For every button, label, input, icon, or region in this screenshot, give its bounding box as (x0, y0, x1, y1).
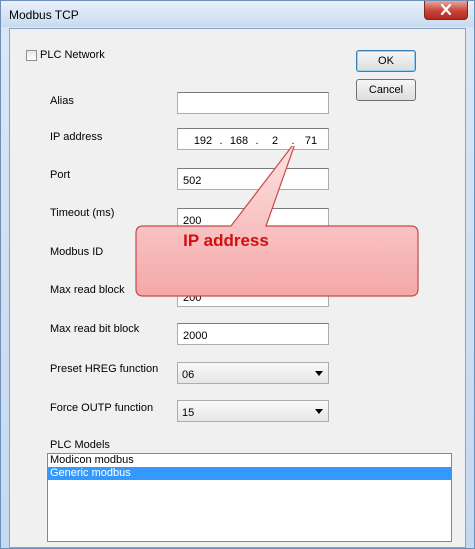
alias-input[interactable] (177, 92, 329, 114)
callout-bubble (135, 146, 419, 297)
force-outp-value: 15 (182, 407, 195, 419)
callout-text: IP address (183, 231, 269, 250)
plc-network-checkbox-row[interactable]: PLC Network (26, 49, 105, 61)
preset-hreg-value: 06 (182, 369, 195, 381)
plc-network-checkbox[interactable] (26, 49, 37, 61)
window-title: Modbus TCP (9, 8, 79, 22)
chevron-down-icon (315, 409, 323, 414)
max-read-bit-block-label: Max read bit block (50, 323, 140, 335)
dialog-window: Modbus TCP PLC Network OK Cancel Alias I… (0, 0, 475, 549)
modbus-id-label: Modbus ID (50, 246, 104, 258)
max-read-block-label: Max read block (50, 284, 125, 296)
plc-models-list[interactable]: Modicon modbus Generic modbus (47, 453, 452, 542)
timeout-label: Timeout (ms) (50, 207, 115, 219)
max-read-bit-block-input[interactable]: 2000 (177, 323, 329, 345)
preset-hreg-label: Preset HREG function (50, 363, 159, 375)
ok-button[interactable]: OK (356, 50, 416, 72)
title-bar: Modbus TCP (1, 1, 474, 27)
chevron-down-icon (315, 371, 323, 376)
close-icon (440, 4, 452, 15)
list-item-selected[interactable]: Generic modbus (48, 467, 451, 480)
plc-models-label: PLC Models (50, 439, 110, 451)
close-button[interactable] (424, 1, 468, 20)
preset-hreg-select[interactable]: 06 (177, 362, 329, 384)
force-outp-label: Force OUTP function (50, 402, 154, 414)
ip-address-label: IP address (50, 131, 103, 143)
alias-label: Alias (50, 95, 74, 107)
plc-network-label: PLC Network (40, 49, 105, 61)
cancel-button[interactable]: Cancel (356, 79, 416, 101)
list-item[interactable]: Modicon modbus (48, 454, 451, 467)
port-label: Port (50, 169, 71, 181)
force-outp-select[interactable]: 15 (177, 400, 329, 422)
